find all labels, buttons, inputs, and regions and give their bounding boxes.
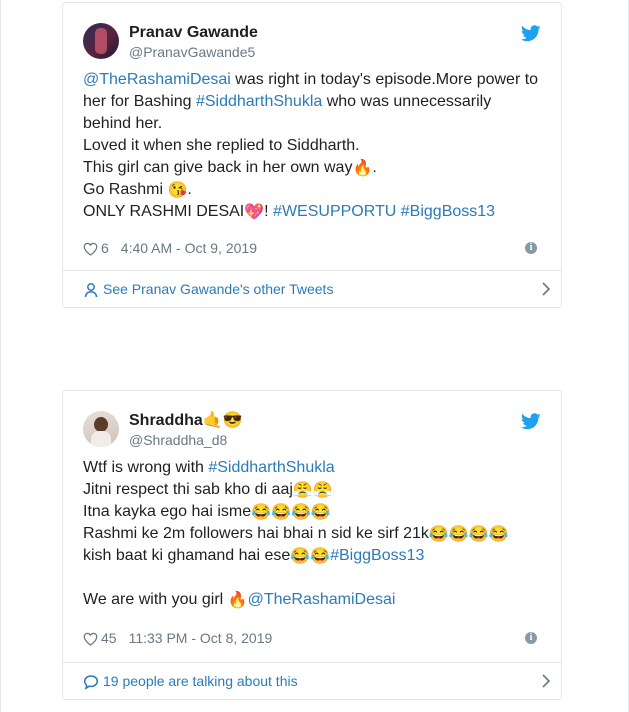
emoji: 😤😤 [292, 482, 333, 499]
hashtag-link[interactable]: #BiggBoss13 [401, 203, 495, 220]
text-run: Rashmi ke 2m followers hai bhai n sid ke… [83, 525, 429, 542]
text-run: . [187, 181, 192, 198]
twitter-bird-icon[interactable] [521, 25, 541, 42]
conversation-link[interactable]: 19 people are talking about this [83, 671, 551, 691]
timestamp[interactable]: 4:40 AM - Oct 9, 2019 [121, 240, 257, 256]
tweet-line: behind her. [83, 113, 553, 135]
twitter-bird-icon[interactable] [521, 413, 541, 430]
tweet-line: Loved it when she replied to Siddharth. [83, 135, 553, 157]
divider [63, 270, 561, 271]
text-run: ONLY RASHMI DESAI [83, 203, 245, 220]
tweet-meta: 45 11:33 PM - Oct 8, 2019 i [83, 628, 541, 648]
chevron-right-icon[interactable] [541, 674, 551, 688]
divider [63, 662, 561, 663]
author[interactable]: Shraddha🤙😎 @Shraddha_d8 [129, 411, 243, 449]
see-other-tweets-link[interactable]: See Pranav Gawande's other Tweets [83, 279, 551, 299]
mention-link[interactable]: @TheRashamiDesai [248, 591, 396, 608]
tweet-line: Jitni respect thi sab kho di aaj😤😤 [83, 479, 553, 501]
info-icon[interactable]: i [525, 242, 537, 254]
display-name[interactable]: Pranav Gawande [129, 23, 258, 43]
timestamp[interactable]: 11:33 PM - Oct 8, 2019 [129, 630, 273, 646]
heart-icon[interactable] [83, 242, 98, 256]
tweet-meta: 6 4:40 AM - Oct 9, 2019 i [83, 238, 541, 258]
hashtag-link[interactable]: #SiddharthShukla [196, 93, 322, 110]
text-run: kish baat ki ghamand hai ese [83, 547, 291, 564]
text-run: behind her. [83, 115, 163, 132]
speech-bubble-icon [83, 675, 99, 691]
tweet-line: Go Rashmi 😘. [83, 179, 553, 201]
tweet-line: her for Bashing #SiddharthShukla who was… [83, 91, 553, 113]
display-name[interactable]: Shraddha🤙😎 [129, 411, 243, 431]
author[interactable]: Pranav Gawande @PranavGawande5 [129, 23, 258, 61]
like-count[interactable]: 6 [101, 240, 109, 256]
person-icon [84, 283, 98, 298]
text-run: Jitni respect thi sab kho di aaj [83, 481, 293, 498]
text-run: Wtf is wrong with [83, 459, 209, 476]
tweet-line: This girl can give back in her own way🔥. [83, 157, 553, 179]
mention-link[interactable]: @TheRashamiDesai [83, 71, 231, 88]
hashtag-link[interactable]: #WESUPPORTU [273, 203, 396, 220]
tweet-line: Wtf is wrong with #SiddharthShukla [83, 457, 553, 479]
tweet-header: Pranav Gawande @PranavGawande5 [83, 23, 541, 61]
tweet-header: Shraddha🤙😎 @Shraddha_d8 [83, 411, 541, 449]
info-icon[interactable]: i [525, 632, 537, 644]
tweet-line: Itna kayka ego hai isme😂😂😂😂 [83, 501, 553, 523]
heart-icon[interactable] [83, 632, 98, 646]
screen-name[interactable]: @Shraddha_d8 [129, 431, 243, 449]
text-run: was right in today's episode.More power … [230, 71, 539, 88]
screen-name[interactable]: @PranavGawande5 [129, 43, 258, 61]
chevron-right-icon[interactable] [541, 282, 551, 296]
text-run: This girl can give back in her own way [83, 159, 353, 176]
avatar[interactable] [83, 23, 119, 59]
tweet-text: @TheRashamiDesai was right in today's ep… [83, 69, 553, 223]
text-run: We are with you girl [83, 591, 228, 608]
like-count[interactable]: 45 [101, 630, 117, 646]
emoji: 💖 [244, 204, 265, 221]
emoji: 🔥 [352, 160, 373, 177]
emoji: 😂😂😂😂 [428, 526, 509, 543]
embedded-tweet[interactable]: Pranav Gawande @PranavGawande5 @TheRasha… [62, 2, 562, 308]
text-run: Itna kayka ego hai isme [83, 503, 252, 520]
embedded-tweet[interactable]: Shraddha🤙😎 @Shraddha_d8 Wtf is wrong wit… [62, 390, 562, 700]
text-run: . [372, 159, 377, 176]
text-run: who was unnecessarily [322, 93, 492, 110]
page-left-edge [0, 0, 1, 712]
text-run: Go Rashmi [83, 181, 168, 198]
emoji: 😘 [167, 182, 188, 199]
avatar[interactable] [83, 411, 119, 447]
tweet-text: Wtf is wrong with #SiddharthShukla Jitni … [83, 457, 553, 611]
hashtag-link[interactable]: #BiggBoss13 [330, 547, 424, 564]
tweet-line: Rashmi ke 2m followers hai bhai n sid ke… [83, 523, 553, 545]
text-run: her for Bashing [83, 93, 196, 110]
text-run: Loved it when she replied to Siddharth. [83, 137, 360, 154]
text-run: ! [264, 203, 274, 220]
hashtag-link[interactable]: #SiddharthShukla [208, 459, 334, 476]
tweet-line: kish baat ki ghamand hai ese😂😂#BiggBoss1… [83, 545, 553, 567]
emoji: 🔥 [227, 592, 248, 609]
tweet-line: ONLY RASHMI DESAI💖! #WESUPPORTU #BiggBos… [83, 201, 553, 223]
emoji: 😂😂😂😂 [251, 504, 331, 521]
tweet-line: @TheRashamiDesai was right in today's ep… [83, 69, 553, 91]
emoji: 😂😂 [290, 548, 331, 565]
tweet-line: We are with you girl 🔥@TheRashamiDesai [83, 589, 553, 611]
